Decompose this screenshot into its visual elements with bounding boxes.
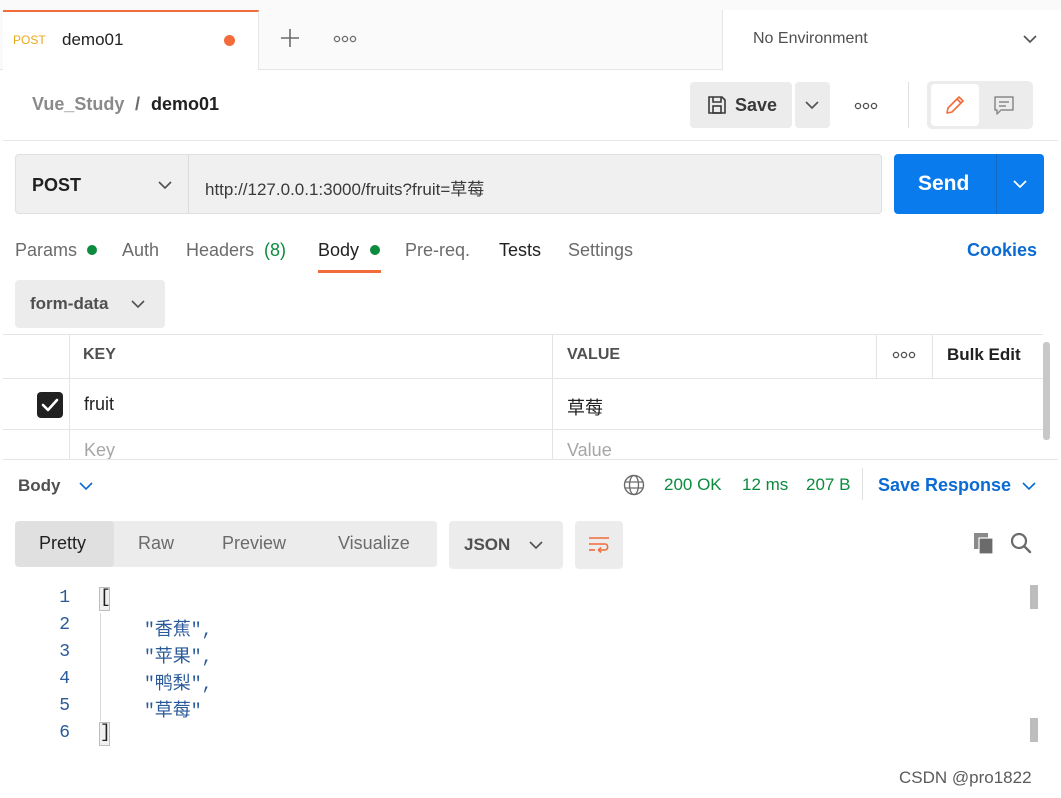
- send-divider: [996, 154, 997, 214]
- param-value-cell[interactable]: 草莓: [567, 394, 603, 420]
- bulk-edit-button[interactable]: Bulk Edit: [947, 345, 1021, 365]
- code-line: "草莓": [144, 702, 202, 722]
- line-number: 3: [59, 642, 70, 662]
- active-tab-underline: [318, 270, 381, 273]
- new-key-input[interactable]: Key: [84, 440, 115, 461]
- response-size[interactable]: 207 B: [806, 475, 850, 495]
- save-icon: [708, 96, 726, 114]
- column-header-key: KEY: [83, 346, 116, 363]
- plus-icon[interactable]: [279, 27, 301, 49]
- more-options-icon[interactable]: [333, 33, 357, 45]
- line-number: 1: [59, 588, 70, 608]
- table-border: [3, 429, 1043, 430]
- tab-params[interactable]: Params: [15, 240, 77, 261]
- row-enabled-checkbox[interactable]: [37, 392, 63, 418]
- chevron-down-icon[interactable]: [157, 179, 173, 191]
- more-options-icon[interactable]: [854, 100, 878, 112]
- tab-body[interactable]: Body: [318, 240, 359, 261]
- line-number: 6: [59, 723, 70, 743]
- send-label: Send: [918, 172, 970, 195]
- headers-count: (8): [264, 240, 286, 260]
- method-divider: [188, 155, 189, 213]
- chevron-down-icon[interactable]: [1012, 178, 1028, 190]
- copy-icon[interactable]: [971, 530, 997, 556]
- chevron-down-icon: [805, 101, 819, 110]
- table-border: [3, 334, 1043, 335]
- column-header-value: VALUE: [567, 346, 621, 363]
- save-response-button[interactable]: Save Response: [878, 475, 1011, 496]
- line-number: 4: [59, 669, 70, 689]
- indent-guide: [100, 613, 101, 721]
- tab-headers[interactable]: Headers: [186, 240, 254, 261]
- format-label: JSON: [464, 535, 511, 554]
- breadcrumb-request-name[interactable]: demo01: [151, 94, 219, 115]
- tab-tests[interactable]: Tests: [499, 240, 541, 261]
- comment-icon[interactable]: [992, 93, 1016, 117]
- table-border: [69, 334, 70, 460]
- table-border: [876, 334, 877, 379]
- chevron-down-icon[interactable]: [1021, 480, 1037, 492]
- tab-method-badge: POST: [13, 33, 46, 47]
- header-separator: [3, 140, 1058, 141]
- pencil-icon: [946, 96, 964, 114]
- tab-auth[interactable]: Auth: [122, 240, 159, 261]
- table-border: [932, 334, 933, 379]
- more-options-icon[interactable]: [892, 349, 916, 361]
- header-divider: [908, 82, 909, 128]
- chevron-down-icon[interactable]: [78, 480, 94, 492]
- body-indicator-dot: [370, 245, 380, 255]
- wrap-lines-icon: [589, 537, 609, 554]
- scrollbar-marker[interactable]: [1030, 718, 1038, 742]
- globe-icon[interactable]: [622, 473, 646, 497]
- response-section-select[interactable]: Body: [18, 476, 61, 496]
- code-line: "苹果",: [144, 648, 213, 668]
- checkmark-icon: [41, 398, 59, 412]
- tab-preview[interactable]: Preview: [222, 533, 286, 554]
- code-line: "鸭梨",: [144, 675, 213, 695]
- line-number: 5: [59, 696, 70, 716]
- table-border: [552, 334, 553, 460]
- tab-title: demo01: [62, 30, 124, 49]
- tab-pretty[interactable]: Pretty: [39, 533, 86, 554]
- url-input[interactable]: http://127.0.0.1:3000/fruits?fruit=草莓: [205, 175, 484, 200]
- cookies-link[interactable]: Cookies: [967, 240, 1037, 261]
- response-separator: [3, 459, 1058, 460]
- breadcrumb-separator: /: [135, 94, 141, 114]
- response-time[interactable]: 12 ms: [742, 475, 788, 495]
- tab-raw[interactable]: Raw: [138, 533, 174, 554]
- status-divider: [862, 468, 863, 500]
- unsaved-changes-dot: [224, 35, 235, 46]
- code-line: [: [100, 588, 111, 608]
- save-label: Save: [735, 95, 778, 115]
- tab-prereq[interactable]: Pre-req.: [405, 240, 470, 261]
- params-indicator-dot: [87, 245, 97, 255]
- search-icon[interactable]: [1008, 530, 1034, 556]
- new-value-input[interactable]: Value: [567, 440, 612, 461]
- table-scrollbar[interactable]: [1043, 342, 1050, 440]
- chevron-down-icon: [1023, 35, 1037, 44]
- tab-settings[interactable]: Settings: [568, 240, 633, 261]
- table-border: [3, 378, 1043, 379]
- environment-label: No Environment: [753, 30, 868, 47]
- breadcrumb-collection[interactable]: Vue_Study: [32, 94, 124, 115]
- code-line: ]: [100, 723, 111, 743]
- code-line: "香蕉",: [144, 621, 213, 641]
- line-number: 2: [59, 615, 70, 635]
- status-code[interactable]: 200 OK: [664, 475, 722, 495]
- chevron-down-icon: [131, 300, 145, 309]
- tab-visualize[interactable]: Visualize: [338, 533, 410, 554]
- watermark: CSDN @pro1822: [899, 768, 1032, 787]
- chevron-down-icon: [529, 541, 543, 550]
- param-key-cell[interactable]: fruit: [84, 394, 114, 415]
- body-type-label: form-data: [30, 294, 109, 313]
- method-select[interactable]: POST: [32, 175, 81, 196]
- scrollbar-marker[interactable]: [1030, 585, 1038, 609]
